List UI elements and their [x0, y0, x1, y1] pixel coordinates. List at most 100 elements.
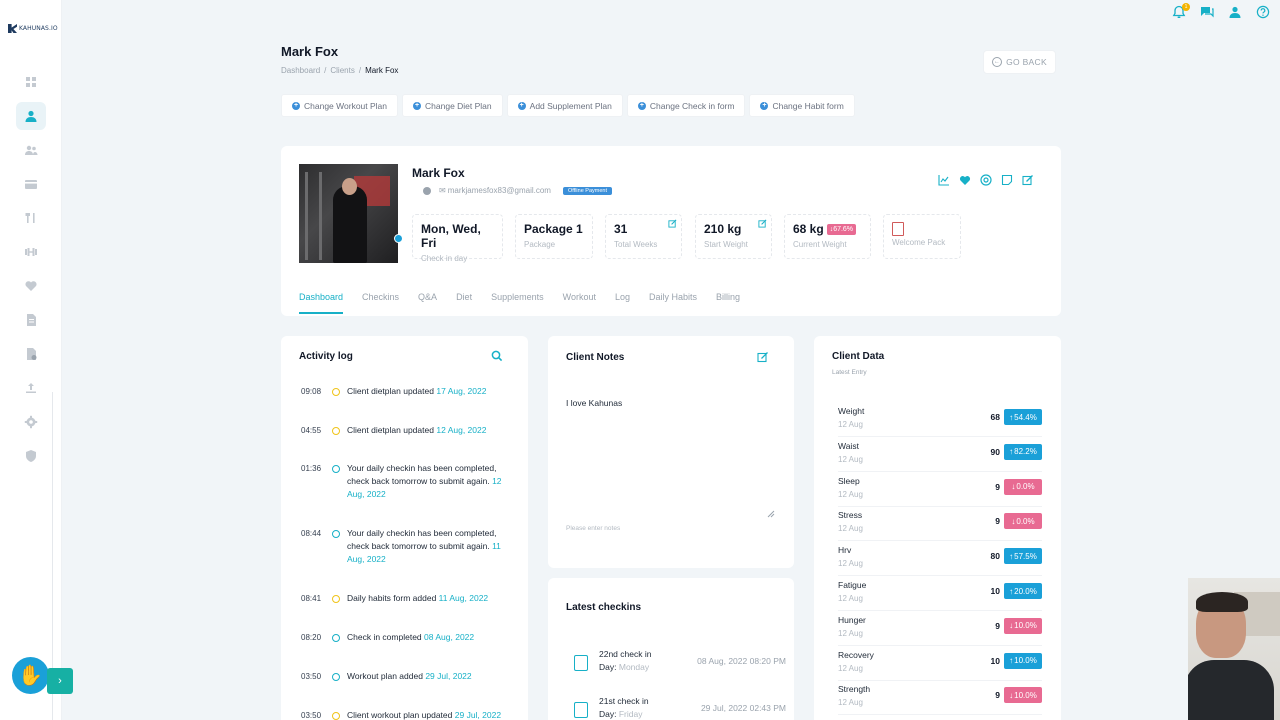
stat-label: Welcome Pack — [892, 238, 946, 247]
notifications-button[interactable]: 1 — [1172, 3, 1190, 24]
activity-dot — [332, 427, 340, 435]
checkin-item[interactable]: 21st check in Day: Friday 29 Jul, 2022 02… — [574, 691, 786, 720]
tab-diet[interactable]: Diet — [456, 292, 472, 314]
activity-text: Check in completed 08 Aug, 2022 — [347, 631, 517, 644]
edit-icon[interactable] — [668, 219, 677, 228]
client-notes-title: Client Notes — [566, 352, 625, 363]
heart-icon[interactable] — [959, 174, 971, 186]
expand-sidebar-button[interactable]: › — [47, 668, 73, 694]
client-data-row[interactable]: Hunger 12 Aug 9 ↓ 10.0% — [838, 612, 1042, 646]
checkin-item[interactable]: 22nd check in Day: Monday 08 Aug, 2022 08… — [574, 644, 786, 684]
stat-value: Package 1 — [524, 222, 583, 236]
sidebar-item-billing[interactable] — [16, 170, 46, 198]
arrow-up-icon: ↑ — [1009, 551, 1014, 561]
resize-handle-icon[interactable] — [767, 510, 775, 518]
client-data-row[interactable]: Hrv 12 Aug 80 ↑ 57.5% — [838, 542, 1042, 577]
help-chat-button[interactable]: ✋ — [12, 657, 49, 694]
sidebar-item-supplements[interactable] — [16, 272, 46, 300]
activity-time: 01:36 — [301, 464, 322, 473]
sidebar-item-checkin-forms[interactable] — [16, 340, 46, 368]
activity-time: 08:44 — [301, 529, 322, 538]
tab-daily-habits[interactable]: Daily Habits — [649, 292, 697, 314]
edit-icon[interactable] — [758, 219, 767, 228]
stat-label: Start Weight — [704, 240, 748, 249]
notes-placeholder: Please enter notes — [566, 525, 621, 532]
tab-checkins[interactable]: Checkins — [362, 292, 399, 314]
client-meta: ✉ markjamesfox83@gmail.com Offline Payme… — [423, 186, 612, 195]
metric-name: Sleep — [838, 475, 860, 486]
messages-button[interactable] — [1200, 5, 1214, 24]
sidebar-item-forms[interactable] — [16, 306, 46, 334]
stat-start-weight: 210 kg Start Weight — [695, 214, 772, 259]
edit-icon[interactable] — [1022, 174, 1034, 186]
sidebar-item-dashboard[interactable] — [16, 68, 46, 96]
tab-log[interactable]: Log — [615, 292, 630, 314]
breadcrumb-clients[interactable]: Clients — [330, 66, 354, 75]
sidebar-item-security[interactable] — [16, 442, 46, 470]
payment-badge: Offline Payment — [562, 186, 612, 195]
activity-dot — [332, 530, 340, 538]
change-diet-plan-button[interactable]: + Change Diet Plan — [402, 94, 503, 117]
metric-change-badge: ↑ 10.0% — [1004, 652, 1042, 669]
kahunas-logo-icon — [8, 24, 17, 33]
sidebar-item-diet[interactable] — [16, 204, 46, 232]
welcome-pack[interactable]: Welcome Pack — [883, 214, 961, 259]
breadcrumb-dashboard[interactable]: Dashboard — [281, 66, 320, 75]
notes-textarea[interactable]: I love Kahunas — [558, 380, 784, 520]
search-icon[interactable] — [491, 350, 503, 362]
tab-supplements[interactable]: Supplements — [491, 292, 544, 314]
profile-button[interactable] — [1228, 5, 1242, 24]
tab-qa[interactable]: Q&A — [418, 292, 437, 314]
activity-dot — [332, 712, 340, 720]
gear-icon — [24, 415, 38, 429]
brand-logo[interactable]: KAHUNAS.IO — [8, 24, 58, 33]
wave-hand-icon: ✋ — [18, 665, 43, 687]
page-title: Mark Fox — [281, 44, 339, 59]
go-back-button[interactable]: ← GO BACK — [983, 50, 1056, 74]
change-workout-plan-button[interactable]: + Change Workout Plan — [281, 94, 399, 117]
checkin-label: 22nd check in Day: Monday — [599, 648, 659, 674]
sidebar-item-team[interactable] — [16, 136, 46, 164]
client-data-row[interactable]: Fatigue 12 Aug 10 ↑ 20.0% — [838, 577, 1042, 611]
sidebar-item-settings[interactable] — [16, 408, 46, 436]
target-icon[interactable] — [980, 174, 992, 186]
activity-date: 29 Jul, 2022 — [454, 710, 502, 720]
top-bar: 1 — [1172, 3, 1270, 24]
note-icon[interactable] — [1001, 174, 1013, 186]
client-data-row[interactable]: Recovery 12 Aug 10 ↑ 10.0% — [838, 647, 1042, 681]
sidebar-item-upload[interactable] — [16, 374, 46, 402]
client-email[interactable]: markjamesfox83@gmail.com — [448, 186, 551, 195]
client-data-row[interactable]: Strength 12 Aug 9 ↓ 10.0% — [838, 681, 1042, 716]
activity-text: Workout plan added 29 Jul, 2022 — [347, 670, 517, 683]
chart-icon[interactable] — [938, 174, 950, 186]
help-button[interactable] — [1256, 5, 1270, 24]
activity-dot — [332, 673, 340, 681]
client-data-row[interactable]: Waist 12 Aug 90 ↑ 82.2% — [838, 438, 1042, 472]
client-data-card: Client Data Latest Entry Weight 12 Aug 68 ↑… — [814, 336, 1061, 720]
checkin-date: 29 Jul, 2022 02:43 PM — [700, 703, 786, 713]
edit-icon[interactable] — [757, 351, 769, 363]
stat-current-weight: 68 kg ↓67.6% Current Weight — [784, 214, 871, 259]
activity-dot — [332, 634, 340, 642]
latest-checkins-card: Latest checkins 22nd check in Day: Monday… — [548, 578, 794, 720]
client-data-row[interactable]: Stress 12 Aug 9 ↓ 0.0% — [838, 507, 1042, 542]
activity-date: 29 Jul, 2022 — [425, 671, 472, 681]
change-habit-form-button[interactable]: + Change Habit form — [749, 94, 855, 117]
activity-message: Workout plan added — [347, 671, 423, 681]
change-checkin-form-button[interactable]: + Change Check in form — [626, 94, 746, 117]
tab-billing[interactable]: Billing — [716, 292, 740, 314]
activity-date: 11 Aug, 2022 — [438, 593, 489, 603]
tab-dashboard[interactable]: Dashboard — [299, 292, 344, 314]
add-supplement-plan-button[interactable]: + Add Supplement Plan — [506, 94, 623, 117]
plus-icon: + — [760, 101, 769, 110]
sidebar-item-workouts[interactable] — [16, 238, 46, 266]
arrow-down-icon: ↓ — [1011, 482, 1016, 492]
verified-icon — [423, 186, 431, 195]
metric-change-badge: ↑ 82.2% — [1004, 443, 1042, 460]
tab-workout[interactable]: Workout — [563, 292, 596, 314]
metric-name: Recovery — [838, 649, 874, 660]
client-data-row[interactable]: Weight 12 Aug 68 ↑ 54.4% — [838, 403, 1042, 437]
shield-icon — [26, 450, 36, 462]
sidebar-item-clients[interactable] — [16, 102, 46, 130]
client-data-row[interactable]: Sleep 12 Aug 9 ↓ 0.0% — [838, 473, 1042, 507]
